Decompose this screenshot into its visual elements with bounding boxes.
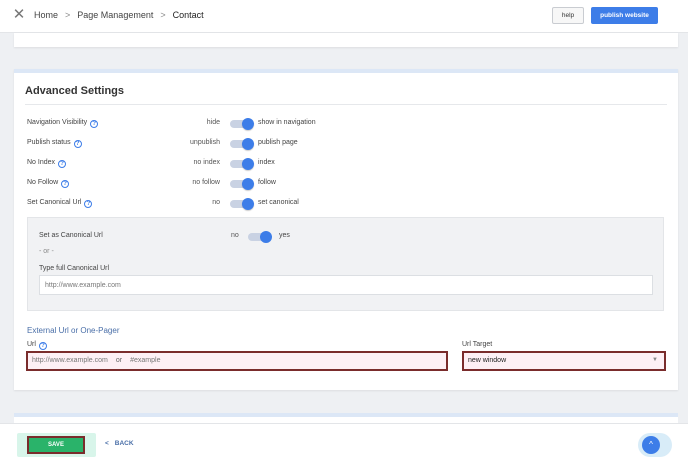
url-target-select[interactable]: new window ▼	[462, 351, 666, 371]
chevron-left-icon: <	[105, 440, 109, 447]
navigation-visibility-toggle[interactable]	[230, 118, 254, 130]
footer-bar: SAVE < BACK ^	[0, 423, 688, 462]
setting-row-set-canonical-url: Set Canonical Url? no set canonical	[14, 198, 678, 210]
help-icon[interactable]: ?	[61, 180, 70, 188]
breadcrumb-separator: >	[65, 10, 71, 20]
publish-website-button[interactable]: publish website	[591, 7, 658, 24]
toggle-on-label: index	[258, 159, 275, 166]
help-icon[interactable]: ?	[90, 120, 99, 128]
back-label: BACK	[114, 440, 134, 447]
advanced-settings-card: Advanced Settings Navigation Visibility?…	[14, 69, 678, 390]
setting-label: No Index?	[27, 159, 67, 168]
save-button[interactable]: SAVE	[27, 436, 85, 454]
url-target-label: Url Target	[462, 341, 493, 348]
set-canonical-url-toggle[interactable]	[230, 198, 254, 210]
close-icon[interactable]: ✕	[12, 7, 26, 22]
next-card	[14, 413, 678, 423]
help-icon[interactable]: ?	[38, 342, 47, 350]
setting-row-no-follow: No Follow? no follow follow	[14, 178, 678, 190]
scroll-to-top-button[interactable]: ^	[642, 436, 660, 454]
setting-row-no-index: No Index? no index index	[14, 158, 678, 170]
breadcrumb-page-management[interactable]: Page Management	[77, 10, 153, 20]
canonical-toggle[interactable]	[248, 231, 272, 243]
url-label: Url?	[27, 341, 47, 350]
toggle-off-label: no index	[193, 159, 220, 166]
toggle-on-label: set canonical	[258, 199, 299, 206]
breadcrumb-home[interactable]: Home	[34, 10, 58, 20]
setting-label: Set Canonical Url?	[27, 199, 93, 208]
setting-row-publish-status: Publish status? unpublish publish page	[14, 138, 678, 150]
url-placeholder: http://www.example.com	[32, 357, 108, 364]
back-button[interactable]: < BACK	[105, 440, 134, 447]
toggle-off-label: no	[231, 232, 239, 239]
help-icon[interactable]: ?	[84, 200, 93, 208]
breadcrumb: Home > Page Management > Contact	[34, 10, 204, 20]
canonical-url-input[interactable]: http://www.example.com	[39, 275, 653, 295]
previous-card	[14, 33, 678, 47]
card-title: Advanced Settings	[25, 85, 125, 97]
no-index-toggle[interactable]	[230, 158, 254, 170]
breadcrumb-current: Contact	[172, 10, 204, 20]
top-bar: ✕ Home > Page Management > Contact help publ…	[0, 0, 688, 33]
canonical-panel: Set as Canonical Url no yes - or - Type …	[27, 217, 664, 311]
toggle-off-label: unpublish	[190, 139, 220, 146]
setting-label: Publish status?	[27, 139, 82, 148]
external-url-heading: External Url or One-Pager	[27, 326, 120, 335]
divider	[25, 104, 667, 105]
breadcrumb-separator: >	[160, 10, 166, 20]
external-url-input[interactable]: http://www.example.com or #example	[26, 351, 448, 371]
help-icon[interactable]: ?	[58, 160, 67, 168]
save-highlight: SAVE	[17, 433, 96, 457]
url-placeholder-anchor: #example	[130, 357, 161, 364]
or-divider-text: - or -	[39, 248, 54, 255]
no-follow-toggle[interactable]	[230, 178, 254, 190]
help-button[interactable]: help	[552, 7, 584, 24]
toggle-off-label: hide	[206, 119, 220, 126]
publish-status-toggle[interactable]	[230, 138, 254, 150]
canonical-input-label: Type full Canonical Url	[39, 265, 110, 272]
help-icon[interactable]: ?	[73, 140, 82, 148]
canonical-label: Set as Canonical Url	[39, 232, 103, 239]
toggle-on-label: show in navigation	[258, 119, 316, 126]
scroll-top-highlight: ^	[638, 433, 672, 457]
toggle-on-label: yes	[279, 232, 290, 239]
url-target-value: new window	[468, 357, 507, 364]
toggle-on-label: publish page	[258, 139, 298, 146]
url-or-text: or	[115, 357, 123, 364]
toggle-on-label: follow	[258, 179, 276, 186]
setting-label: Navigation Visibility?	[27, 119, 99, 128]
toggle-off-label: no	[212, 199, 220, 206]
toggle-off-label: no follow	[192, 179, 220, 186]
setting-row-navigation-visibility: Navigation Visibility? hide show in navi…	[14, 118, 678, 130]
chevron-down-icon: ▼	[652, 357, 658, 363]
setting-label: No Follow?	[27, 179, 70, 188]
